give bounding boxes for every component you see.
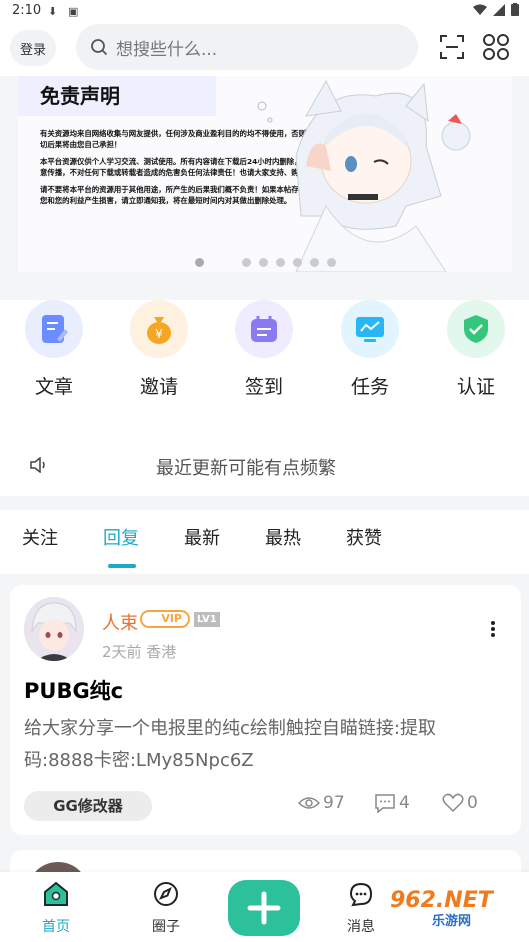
level-badge: LV1 (194, 612, 220, 627)
status-bar: 2:10 ⬇ ▣ (0, 0, 529, 24)
nav-label: 首页 (42, 919, 70, 935)
tab-follow[interactable]: 关注 (22, 524, 58, 550)
post-card[interactable]: 人束 VIP LV1 2天前 香港 PUBG纯c 给大家分享一个电报里的纯c绘制… (10, 585, 521, 835)
likes-count: 0 (467, 793, 478, 813)
eye-icon (298, 797, 320, 809)
banner-carousel[interactable]: 免责声明 有关资源均来自网络收集与网友提供，任何涉及商业盈利目的的均不得使用，否… (18, 76, 512, 272)
status-icons (473, 3, 519, 16)
comments-count: 4 (399, 793, 410, 813)
chat-icon (349, 882, 373, 907)
menu-label: 签到 (244, 376, 283, 398)
carousel-dot[interactable] (310, 258, 319, 267)
watermark-sub: 乐游网 (432, 914, 472, 929)
tab-reply[interactable]: 回复 (103, 524, 139, 550)
nav-label: 圈子 (152, 919, 180, 935)
post-title[interactable]: PUBG纯c (24, 675, 123, 705)
app-screen: 2:10 ⬇ ▣ 登录 想搜些什么... 免责声明 有关资源均来自网络收集与网友… (0, 0, 529, 942)
search-icon (91, 39, 108, 56)
post-username[interactable]: 人束 (102, 609, 138, 635)
plus-icon (247, 891, 281, 925)
carousel-dot[interactable] (293, 258, 302, 267)
menu-item-task[interactable]: 任务 (330, 300, 410, 399)
login-button[interactable]: 登录 (10, 30, 56, 66)
money-bag-icon: ¥ (130, 300, 188, 358)
anime-girl-illustration (257, 79, 471, 272)
views-stat: 97 (298, 793, 345, 813)
vip-badge: VIP (140, 610, 190, 628)
menu-item-article[interactable]: 文章 (14, 300, 94, 399)
nav-circle[interactable]: 圈子 (136, 880, 196, 936)
banner-title: 免责声明 (18, 76, 216, 116)
search-bar[interactable]: 想搜些什么... (76, 24, 418, 70)
article-icon (25, 300, 83, 358)
signal-icon (493, 3, 505, 16)
carousel-dot-active[interactable] (195, 258, 204, 267)
apps-grid-icon[interactable] (481, 32, 511, 62)
menu-label: 邀请 (139, 376, 178, 398)
battery-icon (511, 3, 519, 16)
search-placeholder: 想搜些什么... (116, 39, 218, 60)
menu-item-verify[interactable]: 认证 (436, 300, 516, 399)
comment-icon (375, 794, 395, 813)
notice-text: 最近更新可能有点频繁 (156, 458, 336, 479)
avatar[interactable] (24, 597, 84, 661)
download-icon: ⬇ (48, 5, 58, 18)
home-icon (44, 881, 68, 906)
shield-check-icon (447, 300, 505, 358)
create-post-button[interactable] (228, 880, 300, 936)
top-header: 登录 想搜些什么... (0, 24, 529, 76)
comments-stat[interactable]: 4 (374, 793, 410, 813)
nav-label: 消息 (347, 919, 375, 935)
more-options-icon[interactable] (491, 621, 495, 637)
menu-label: 认证 (456, 376, 495, 398)
carousel-dots (0, 258, 529, 270)
menu-item-checkin[interactable]: 签到 (224, 300, 304, 399)
carousel-dot[interactable] (242, 258, 251, 267)
nav-messages[interactable]: 消息 (331, 880, 391, 936)
feed-tabs: 关注 回复 最新 最热 获赞 (0, 510, 529, 574)
calendar-icon (235, 300, 293, 358)
tab-hot[interactable]: 最热 (265, 524, 301, 550)
menu-item-invite[interactable]: ¥ 邀请 (119, 300, 199, 399)
notice-bar[interactable]: 最近更新可能有点频繁 (0, 420, 529, 496)
tab-indicator (108, 564, 136, 568)
heart-icon (442, 793, 464, 813)
status-time: 2:10 (12, 3, 42, 18)
wifi-icon (473, 4, 487, 15)
menu-label: 任务 (350, 376, 389, 398)
speaker-icon (30, 457, 45, 473)
carousel-dot[interactable] (327, 258, 336, 267)
site-watermark: 962.NET 乐游网 (390, 888, 493, 929)
monitor-chart-icon (341, 300, 399, 358)
likes-stat[interactable]: 0 (442, 793, 478, 813)
post-body[interactable]: 给大家分享一个电报里的纯c绘制触控自瞄链接:提取码:8888卡密:LMy85Np… (24, 713, 494, 777)
quick-menu: 文章 ¥ 邀请 签到 任务 认证 (0, 300, 529, 420)
tab-latest[interactable]: 最新 (184, 524, 220, 550)
menu-label: 文章 (34, 376, 73, 398)
compass-icon (154, 882, 178, 906)
views-count: 97 (323, 793, 345, 813)
notification-a-icon: ▣ (68, 5, 79, 18)
carousel-dot[interactable] (276, 258, 285, 267)
nav-home[interactable]: 首页 (26, 880, 86, 936)
scan-icon[interactable] (437, 32, 467, 62)
post-meta: 2天前 香港 (102, 643, 177, 661)
carousel-dot[interactable] (259, 258, 268, 267)
tab-liked[interactable]: 获赞 (346, 524, 382, 550)
svg-text:¥: ¥ (155, 327, 163, 341)
post-tag[interactable]: GG修改器 (24, 791, 152, 821)
